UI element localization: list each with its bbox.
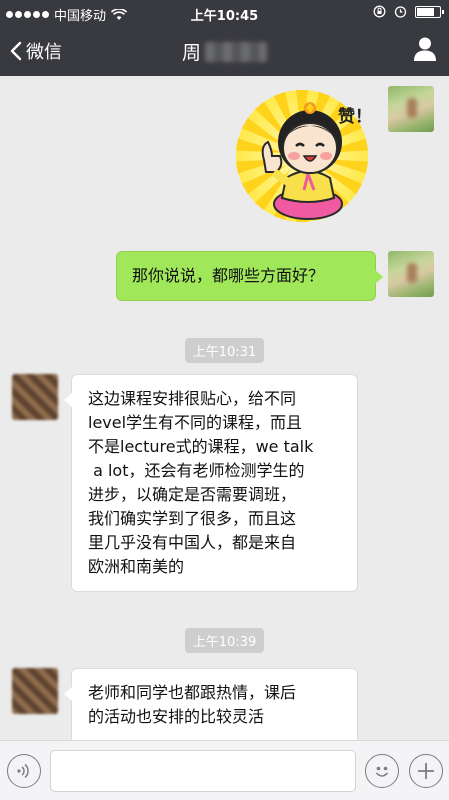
message-list[interactable]: 赞！ 那你说说，都哪些方面好？ 上午10:31 这边课程安排很贴心，给不同 le… [0,76,449,740]
timestamp-text: 上午10:31 [184,338,265,363]
my-avatar[interactable] [388,251,434,297]
voice-button[interactable] [7,754,41,788]
sticker-caption: 赞！ [337,106,372,127]
chat-title: 周 [0,38,449,65]
message-line: 老师和同学也都跟热情，课后 [88,683,297,702]
rotation-lock-icon [373,5,386,18]
more-button[interactable] [409,754,443,788]
status-bar: 中国移动 上午10:45 [0,0,449,26]
message-line: 这边课程安排很贴心，给不同 [88,389,297,408]
alarm-icon [394,6,407,18]
contact-message-bubble[interactable]: 老师和同学也都跟热情，课后 的活动也安排的比较灵活 [64,668,358,740]
message-input[interactable] [50,750,356,792]
contact-name: 周 [181,42,201,64]
my-message-bubble[interactable]: 那你说说，都哪些方面好？ [116,251,383,301]
timestamp: 上午10:31 [0,338,449,363]
contact-avatar[interactable] [12,668,58,714]
input-bar [0,740,449,800]
message-line: a lot，还会有老师检测学生的 [88,461,305,480]
message-line: level学生有不同的课程，而且 [88,413,303,432]
contact-message-bubble[interactable]: 这边课程安排很贴心，给不同 level学生有不同的课程，而且 不是lecture… [64,374,358,592]
emoji-icon [375,766,389,777]
message-line: 我们确实学到了很多，而且这 [88,509,297,528]
message-line: 里几乎没有中国人，都是来自 [88,533,297,552]
message-line: 的活动也安排的比较灵活 [88,707,265,726]
message-line: 不是lecture式的课程，we talk [88,437,314,456]
voice-icon [17,763,29,779]
status-icons [373,5,444,18]
my-avatar[interactable] [388,86,434,132]
message-text: 那你说说，都哪些方面好？ [132,266,325,285]
message-line: 欧洲和南美的 [88,557,185,576]
battery-icon [415,5,444,18]
timestamp: 上午10:39 [0,628,449,653]
message-line: 进步，以确定是否需要调班， [88,485,297,504]
thumbs-up-sticker-icon: 赞！ [235,90,372,222]
contact-info-button[interactable] [413,36,437,66]
contact-avatar[interactable] [12,374,58,420]
emoji-button[interactable] [365,754,399,788]
sticker-message[interactable]: 赞！ [230,86,380,226]
timestamp-text: 上午10:39 [184,628,265,653]
user-icon [414,37,436,61]
blurred-name [205,42,267,62]
nav-bar: 微信 周 [0,26,449,76]
plus-icon [418,763,434,779]
